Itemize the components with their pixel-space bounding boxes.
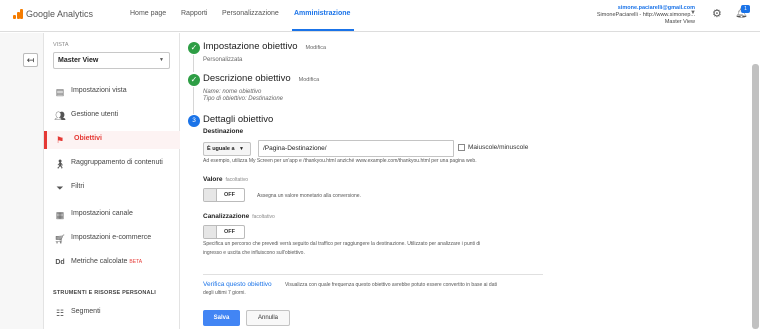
- sidebar-item-view-settings[interactable]: ▤ Impostazioni vista: [44, 83, 180, 101]
- nav-customization[interactable]: Personalizzazione: [222, 10, 279, 17]
- sidebar-item-label: Raggruppamento di contenuti: [71, 159, 163, 166]
- destination-label: Destinazione: [203, 128, 244, 135]
- sidebar-item-channel-settings[interactable]: ▦ Impostazioni canale: [44, 206, 180, 224]
- step-summary: Personalizzata: [203, 57, 243, 63]
- sidebar-item-filters[interactable]: ⏷ Filtri: [44, 179, 180, 197]
- edit-link[interactable]: Modifica: [299, 77, 319, 83]
- flag-icon: ⚑: [55, 135, 65, 145]
- divider: [203, 274, 543, 275]
- toggle-knob: [204, 189, 217, 201]
- step-connector: [193, 55, 194, 72]
- sidebar-item-label: Filtri: [71, 183, 85, 190]
- step-summary-type: Tipo di obiettivo: Destinazione: [203, 96, 283, 102]
- sidebar-item-label: Obiettivi: [74, 135, 103, 142]
- case-sensitive-checkbox[interactable]: [458, 144, 465, 151]
- account-property: SimonePaciarelli - http://www.simonep...: [596, 12, 695, 18]
- sidebar-item-label: Gestione utenti: [71, 111, 119, 118]
- destination-hint: Ad esempio, utilizza My Screen per un'ap…: [203, 158, 477, 164]
- step-connector: [193, 87, 194, 114]
- verify-description: Visualizza con quale frequenza questo ob…: [285, 282, 497, 288]
- caret-down-icon[interactable]: ▼: [690, 10, 696, 16]
- nav-reports[interactable]: Rapporti: [181, 10, 207, 17]
- admin-sidebar: VISTA Master View ▼ ▤ Impostazioni vista…: [44, 33, 180, 329]
- optional-label: facoltativo: [225, 177, 249, 183]
- value-toggle[interactable]: OFF: [203, 188, 245, 202]
- analytics-logo-icon: [13, 9, 23, 19]
- step-title: Descrizione obiettivo Modifica: [203, 73, 320, 84]
- sidebar-item-user-management[interactable]: 👥︎ Gestione utenti: [44, 107, 180, 125]
- nav-home[interactable]: Home page: [130, 10, 166, 17]
- view-label: VISTA: [53, 42, 69, 48]
- person-walking-icon: 🚶︎: [54, 159, 66, 169]
- toggle-state: OFF: [224, 192, 235, 198]
- account-email: simone.paciarelli@gmail.com: [617, 5, 695, 11]
- funnel-description-2: ingresso e uscita che influiscono sull'o…: [203, 250, 305, 256]
- edit-link[interactable]: Modifica: [306, 45, 326, 51]
- back-arrow-icon[interactable]: ↤: [23, 53, 38, 67]
- optional-label: facoltativo: [252, 214, 275, 220]
- filter-icon: ⏷: [56, 183, 64, 193]
- toggle-state: OFF: [224, 229, 235, 235]
- toggle-knob: [204, 226, 217, 238]
- sidebar-item-label: Impostazioni e-commerce: [71, 234, 152, 241]
- left-strip: [0, 33, 44, 329]
- account-view: Master View: [664, 19, 695, 25]
- beta-badge: BETA: [129, 259, 143, 265]
- verify-goal-link[interactable]: Verifica questo obiettivo: [203, 281, 272, 288]
- caret-down-icon: ▼: [239, 146, 244, 152]
- document-icon: ▤: [55, 87, 65, 97]
- value-description: Assegna un valore monetario alla convers…: [257, 193, 361, 199]
- sidebar-item-ecommerce-settings[interactable]: 🛒︎ Impostazioni e-commerce: [44, 230, 180, 248]
- gear-icon[interactable]: ⚙: [712, 9, 722, 20]
- scrollbar[interactable]: [752, 64, 759, 329]
- verify-description-2: degli ultimi 7 giorni.: [203, 290, 246, 296]
- goal-editor: ✓ Impostazione obiettivo Modifica Persona…: [181, 33, 760, 329]
- check-icon: ✓: [188, 74, 200, 86]
- cart-icon: 🛒︎: [54, 234, 66, 244]
- sidebar-item-goals[interactable]: ⚑ Obiettivi: [44, 131, 180, 149]
- users-icon: 👥︎: [54, 111, 66, 121]
- sidebar-item-calculated-metrics[interactable]: Dd Metriche calcolate BETA: [44, 254, 180, 272]
- case-sensitive-label: Maiuscole/minuscole: [468, 144, 529, 151]
- destination-input[interactable]: /Pagina-Destinazione/: [258, 140, 454, 157]
- view-select-value: Master View: [58, 57, 99, 64]
- save-button[interactable]: Salva: [203, 310, 240, 326]
- caret-down-icon: ▼: [159, 57, 164, 63]
- notification-badge: 1: [741, 5, 750, 13]
- cancel-button[interactable]: Annulla: [246, 310, 290, 326]
- tools-section-title: STRUMENTI E RISORSE PERSONALI: [53, 290, 156, 296]
- step-title: Dettagli obiettivo: [203, 114, 274, 125]
- funnel-label: Canalizzazione facoltativo: [203, 213, 275, 220]
- sidebar-item-label: Segmenti: [71, 308, 101, 315]
- check-icon: ✓: [188, 42, 200, 54]
- brand-logo[interactable]: Google Analytics: [13, 9, 93, 19]
- dd-icon: Dd: [55, 259, 65, 266]
- funnel-description-1: Specifica un percorso che prevedi verrà …: [203, 241, 481, 247]
- funnel-toggle[interactable]: OFF: [203, 225, 245, 239]
- step-number: 3: [188, 115, 200, 127]
- sidebar-item-label: Impostazioni canale: [71, 210, 133, 217]
- account-switcher[interactable]: simone.paciarelli@gmail.com SimonePaciar…: [597, 5, 695, 26]
- top-bar: Google Analytics Home page Rapporti Pers…: [0, 0, 760, 32]
- view-select[interactable]: Master View ▼: [53, 52, 170, 69]
- match-type-select[interactable]: È uguale a ▼: [203, 142, 251, 156]
- segments-icon: ☷: [55, 308, 65, 318]
- step-title: Impostazione obiettivo Modifica: [203, 41, 327, 52]
- nav-admin[interactable]: Amministrazione: [294, 10, 350, 17]
- brand-name: Google Analytics: [26, 9, 94, 19]
- sidebar-item-content-grouping[interactable]: 🚶︎ Raggruppamento di contenuti: [44, 155, 180, 173]
- value-label: Valore facoltativo: [203, 176, 249, 183]
- channel-icon: ▦: [55, 210, 65, 220]
- step-summary-name: Name: nome obiettivo: [203, 89, 262, 95]
- sidebar-item-label: Impostazioni vista: [71, 87, 127, 94]
- active-tab-indicator: [292, 29, 354, 31]
- sidebar-item-segments[interactable]: ☷ Segmenti: [44, 304, 180, 322]
- sidebar-item-label: Metriche calcolate BETA: [71, 258, 143, 265]
